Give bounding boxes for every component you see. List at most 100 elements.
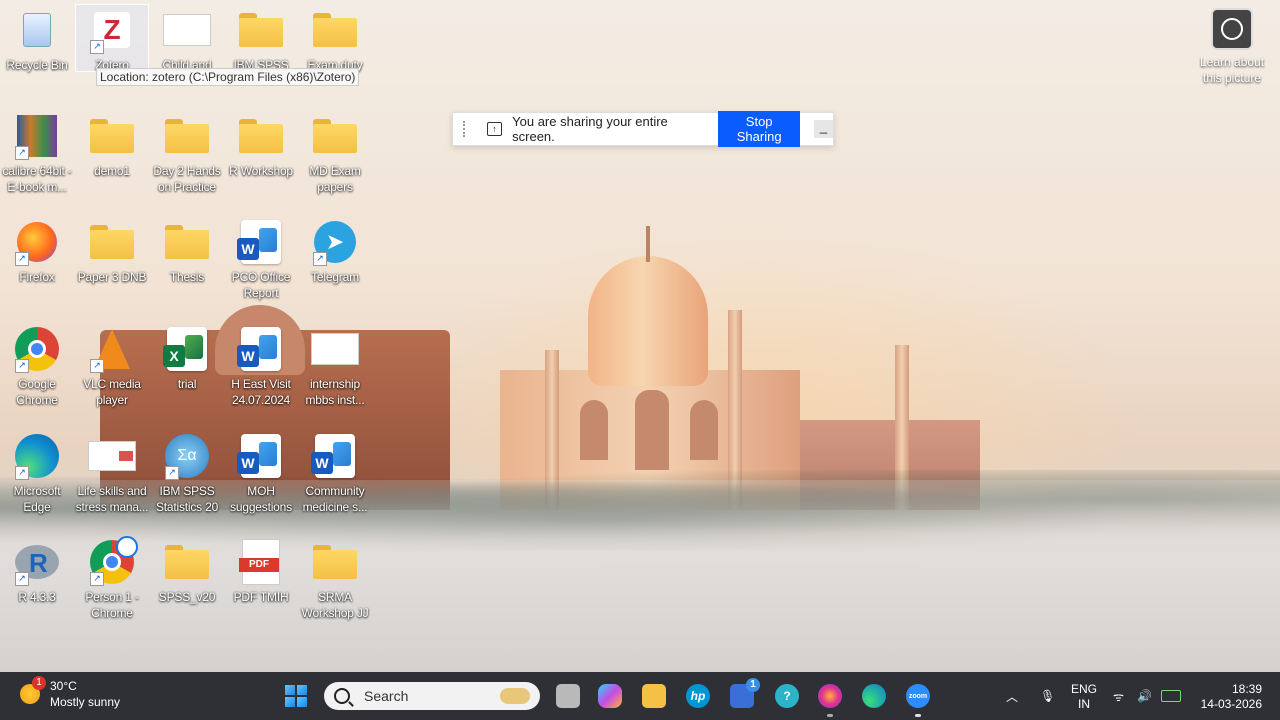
stop-sharing-button[interactable]: Stop Sharing: [718, 111, 800, 147]
clock-time: 18:39: [1231, 682, 1262, 696]
desktop-icon-life-skills-and-stress-mana[interactable]: Life skills and stress mana...: [75, 432, 149, 515]
desktop-icon-label: trial: [177, 377, 197, 391]
desktop-icon-ibm-spss-statistics-20[interactable]: Σα ↗ IBM SPSS Statistics 20: [150, 432, 224, 515]
desktop-icon-label: Paper 3 DNB: [77, 270, 147, 284]
desktop-icon-zotero[interactable]: Z ↗ Zotero: [75, 6, 149, 73]
help-icon: ?: [783, 689, 791, 703]
language-indicator[interactable]: ENG IN: [1071, 682, 1097, 712]
desktop-icon-calibre-64bit-e-book-m[interactable]: ↗ calibre 64bit - E-book m...: [0, 112, 74, 195]
desktop-icon-exam-duty[interactable]: Exam duty: [298, 6, 372, 73]
desktop-icon-md-exam-papers[interactable]: MD Exam papers: [298, 112, 372, 195]
microphone-button[interactable]: 🎙: [1040, 672, 1055, 720]
pdf-icon: PDF: [237, 538, 285, 586]
weather-desc: Mostly sunny: [50, 695, 121, 709]
desktop-icon-label: PCO Office Report: [231, 270, 291, 300]
desktop-icon-thesis[interactable]: Thesis: [150, 218, 224, 285]
desktop-icon-r-4-3-3[interactable]: R ↗ R 4.3.3: [0, 538, 74, 605]
desktop-icon-ibm-spss[interactable]: IBM SPSS: [224, 6, 298, 73]
minimize-share-bar-button[interactable]: _: [813, 120, 833, 138]
taskbar-search[interactable]: Search: [324, 682, 540, 710]
weather-widget[interactable]: 1 30°C Mostly sunny: [20, 676, 121, 710]
share-message: You are sharing your entire screen.: [512, 114, 668, 144]
copilot-button[interactable]: [598, 684, 622, 708]
desktop-icon-recycle-bin[interactable]: Recycle Bin: [0, 6, 74, 73]
task-view-button[interactable]: [556, 684, 580, 708]
desktop-icon-label: Person 1 - Chrome: [85, 590, 139, 620]
folder-icon: [163, 112, 211, 160]
r-icon: R ↗: [13, 538, 61, 586]
excel-document-icon: X: [163, 325, 211, 373]
desktop-icon-internship-mbbs-inst[interactable]: internship mbbs inst...: [298, 325, 372, 408]
shortcut-arrow-icon: ↗: [15, 146, 29, 160]
wifi-icon: ᯤ: [1113, 689, 1124, 704]
desktop-icon-h-east-visit-24-07-2024[interactable]: W H East Visit 24.07.2024: [224, 325, 298, 408]
shortcut-arrow-icon: ↗: [15, 466, 29, 480]
desktop-icon-label: Day 2 Hands on Practice: [153, 164, 221, 194]
desktop-icon-label: SRMA Workshop JJ: [301, 590, 369, 620]
wifi-button[interactable]: ᯤ: [1113, 672, 1124, 720]
folder-icon: [163, 538, 211, 586]
desktop-icon-label: SPSS_v20: [158, 590, 216, 604]
desktop-icon-label: internship mbbs inst...: [305, 377, 365, 407]
share-screen-icon: ↑: [486, 122, 503, 136]
microsoft-store-button[interactable]: 1: [730, 678, 760, 708]
desktop-icon-firefox[interactable]: ↗ Firefox: [0, 218, 74, 285]
desktop-icon-label: Telegram: [311, 270, 359, 284]
drag-grip-icon[interactable]: [463, 121, 469, 137]
desktop-icon-pco-office-report[interactable]: W PCO Office Report: [224, 218, 298, 301]
desktop-icon-paper-3-dnb[interactable]: Paper 3 DNB: [75, 218, 149, 285]
folder-icon: [311, 6, 359, 54]
screen-share-bar: ↑ You are sharing your entire screen. St…: [452, 111, 834, 147]
desktop-icon-community-medicine-s[interactable]: W Community medicine s...: [298, 432, 372, 515]
desktop-icon-telegram[interactable]: ➤ ↗ Telegram: [298, 218, 372, 285]
desktop-icon-moh-suggestions[interactable]: W MOH suggestions: [224, 432, 298, 515]
desktop-icon-person-1-chrome[interactable]: ↗ Person 1 - Chrome: [75, 536, 149, 621]
shortcut-arrow-icon: ↗: [15, 252, 29, 266]
volume-button[interactable]: 🔊: [1137, 672, 1152, 720]
desktop-icon-google-chrome[interactable]: ↗ Google Chrome: [0, 325, 74, 408]
battery-button[interactable]: [1161, 672, 1181, 720]
desktop-icon-r-workshop[interactable]: R Workshop: [224, 112, 298, 179]
telegram-icon: ➤ ↗: [311, 218, 359, 266]
zoom-taskbar-button[interactable]: zoom: [906, 684, 930, 708]
desktop-icon-day-2-hands-on-practice[interactable]: Day 2 Hands on Practice: [150, 112, 224, 195]
desktop-icon-child-and[interactable]: Child and: [150, 6, 224, 73]
camera-lens-icon: [1211, 8, 1253, 50]
show-hidden-icons-button[interactable]: ︿: [1006, 672, 1018, 720]
spss-icon: Σα ↗: [163, 432, 211, 480]
start-button[interactable]: [285, 685, 307, 707]
desktop-icon-srma-workshop-jj[interactable]: SRMA Workshop JJ: [298, 538, 372, 621]
edge-taskbar-button[interactable]: [862, 684, 886, 708]
desktop-icon-microsoft-edge[interactable]: ↗ Microsoft Edge: [0, 432, 74, 515]
edge-icon: ↗: [13, 432, 61, 480]
weather-temp: 30°C: [50, 679, 77, 693]
file-explorer-button[interactable]: [642, 684, 666, 708]
clock[interactable]: 18:39 14-03-2026: [1196, 682, 1262, 712]
desktop-icon-trial[interactable]: Xtrial: [150, 325, 224, 392]
folder-icon: [311, 538, 359, 586]
shortcut-arrow-icon: ↗: [165, 466, 179, 480]
desktop-icon-vlc-media-player[interactable]: ↗ VLC media player: [75, 325, 149, 408]
desktop-icon-label: Thesis: [169, 270, 205, 284]
hp-button[interactable]: hp: [686, 684, 710, 708]
word-document-icon: W: [237, 325, 285, 373]
desktop-icon-pdf-tmih[interactable]: PDF PDF TMIH: [224, 538, 298, 605]
word-document-icon: W: [237, 432, 285, 480]
folder-icon: [311, 112, 359, 160]
learn-about-picture[interactable]: Learn about this picture: [1194, 8, 1270, 86]
folder-icon: [237, 6, 285, 54]
document-thumbnail-icon: [163, 6, 211, 54]
search-icon: [334, 688, 350, 704]
pdf-label: PDF: [239, 558, 279, 572]
learn-about-label: Learn about this picture: [1199, 55, 1265, 85]
desktop-icon-label: demo1: [94, 164, 130, 178]
firefox-taskbar-button[interactable]: [818, 684, 842, 708]
desktop-icon-label: H East Visit 24.07.2024: [231, 377, 291, 407]
word-document-icon: W: [237, 218, 285, 266]
vlc-icon: ↗: [88, 325, 136, 373]
desktop-icon-demo1[interactable]: demo1: [75, 112, 149, 179]
chrome-icon: ↗: [13, 325, 61, 373]
desktop-icon-spss-v20[interactable]: SPSS_v20: [150, 538, 224, 605]
desktop-icon-label: MD Exam papers: [309, 164, 361, 194]
help-button[interactable]: ?: [775, 684, 799, 708]
